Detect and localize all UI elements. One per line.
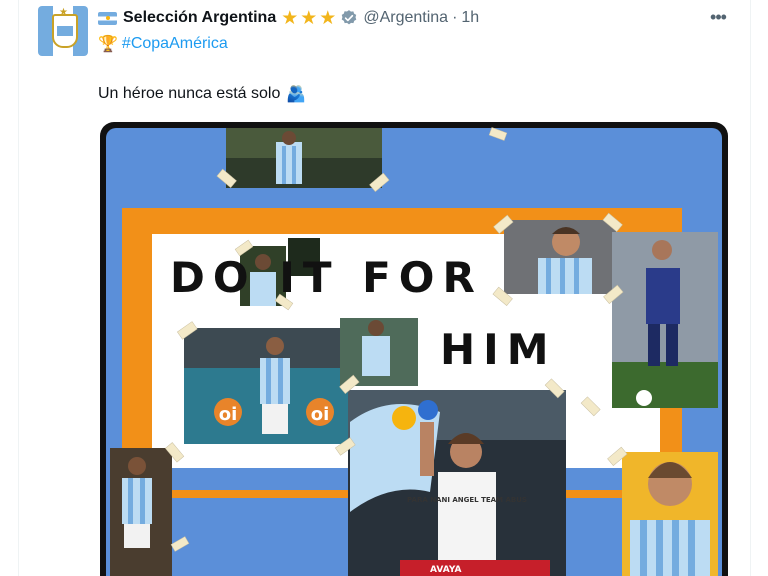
timeline-border-right bbox=[750, 0, 751, 576]
user-handle[interactable]: @Argentina bbox=[363, 9, 448, 27]
photo-center-fan bbox=[348, 390, 566, 576]
hashtag-link[interactable]: #CopaAmérica bbox=[122, 35, 228, 53]
separator-dot: · bbox=[452, 9, 458, 26]
display-name[interactable]: Selección Argentina bbox=[123, 9, 276, 27]
photo-left-celebration bbox=[184, 328, 348, 444]
photo-upper-right bbox=[504, 220, 616, 294]
photo-bottom-right-portrait bbox=[622, 452, 718, 576]
timeline-border-left bbox=[18, 0, 19, 576]
more-options-icon[interactable]: ••• bbox=[706, 6, 730, 30]
poster-artwork: oi oi DO IT FOR HIM PARA NANI ANGEL TEAM… bbox=[106, 127, 722, 576]
timestamp[interactable]: 1h bbox=[461, 9, 479, 27]
banner-lettering: AVAYA bbox=[430, 565, 461, 575]
argentina-flag-icon bbox=[98, 11, 117, 25]
sponsor-mark-right: oi bbox=[311, 404, 330, 425]
tweet-text: Un héroe nunca está solo 🫂 bbox=[98, 84, 306, 104]
sponsor-mark-left: oi bbox=[219, 404, 238, 425]
headline-line-2: HIM bbox=[440, 325, 557, 374]
photo-right-player bbox=[612, 232, 718, 408]
headline-line-1: DO IT FOR bbox=[170, 253, 483, 302]
affiliation-row: 🏆 #CopaAmérica bbox=[98, 34, 228, 54]
profile-avatar[interactable]: ★ bbox=[38, 6, 88, 56]
tweet-header: Selección Argentina ★★★ @Argentina · 1h bbox=[98, 6, 479, 30]
people-hugging-emoji: 🫂 bbox=[286, 86, 307, 103]
stars-badge: ★★★ bbox=[281, 7, 339, 29]
trophy-icon: 🏆 bbox=[98, 36, 118, 53]
verified-badge-icon[interactable] bbox=[340, 9, 358, 27]
tweet-media-image[interactable]: oi oi DO IT FOR HIM PARA NANI ANGEL TEAM… bbox=[100, 122, 728, 576]
tweet-body: Un héroe nunca está solo bbox=[98, 85, 281, 102]
photo-top bbox=[226, 128, 382, 188]
photo-bottom-left-player bbox=[110, 448, 172, 576]
crest-shield-icon bbox=[52, 14, 78, 48]
shirt-lettering: PARA NANI ANGEL TEAM ABUS bbox=[407, 496, 527, 504]
photo-middle-player bbox=[340, 318, 418, 386]
